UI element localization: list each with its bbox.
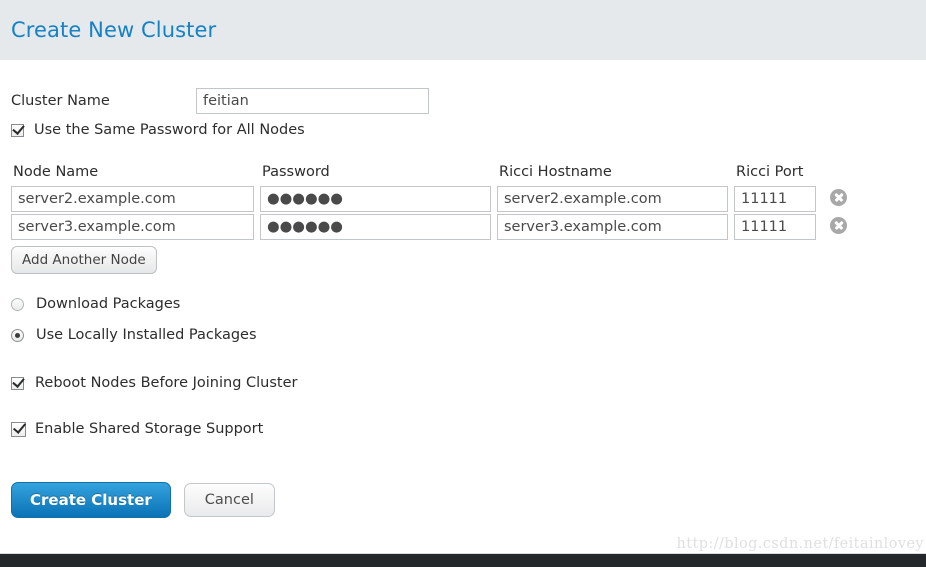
same-password-label: Use the Same Password for All Nodes	[34, 122, 305, 138]
node-name-input[interactable]	[11, 214, 254, 240]
delete-circle-icon[interactable]	[830, 188, 847, 206]
ricci-port-input[interactable]	[734, 214, 816, 240]
watermark: http://blog.csdn.net/feitainlovey	[676, 536, 924, 552]
page-title: Create New Cluster	[11, 18, 217, 42]
cluster-name-label: Cluster Name	[11, 93, 110, 109]
column-header-password: Password	[262, 164, 330, 180]
cell-delete	[822, 185, 854, 213]
same-password-checkbox[interactable]	[11, 123, 24, 137]
table-row	[11, 213, 854, 241]
password-input[interactable]	[260, 186, 491, 212]
node-name-input[interactable]	[11, 186, 254, 212]
shared-storage-label: Enable Shared Storage Support	[35, 421, 264, 437]
cell-ricci-port	[734, 213, 822, 241]
nodes-table: Node Name Password Ricci Hostname Ricci …	[11, 164, 854, 241]
same-password-row[interactable]: Use the Same Password for All Nodes	[11, 122, 915, 138]
shared-storage-row[interactable]: Enable Shared Storage Support	[11, 421, 915, 437]
local-packages-label: Use Locally Installed Packages	[36, 327, 257, 343]
local-packages-radio[interactable]	[11, 328, 24, 342]
reboot-nodes-row[interactable]: Reboot Nodes Before Joining Cluster	[11, 375, 915, 391]
column-header-node-name: Node Name	[13, 164, 99, 180]
nodes-table-header-row: Node Name Password Ricci Hostname Ricci …	[11, 164, 854, 185]
download-packages-radio[interactable]	[11, 297, 24, 311]
cell-ricci-hostname	[497, 185, 734, 213]
download-packages-label: Download Packages	[36, 296, 181, 312]
cell-ricci-hostname	[497, 213, 734, 241]
form-actions: Create Cluster Cancel	[11, 482, 915, 518]
create-cluster-form: Cluster Name Use the Same Password for A…	[0, 78, 926, 518]
page-header: Create New Cluster	[0, 0, 926, 60]
reboot-nodes-label: Reboot Nodes Before Joining Cluster	[35, 375, 298, 391]
create-cluster-button[interactable]: Create Cluster	[11, 482, 171, 518]
download-packages-row[interactable]: Download Packages	[11, 296, 915, 312]
column-header-delete	[822, 164, 854, 185]
ricci-hostname-input[interactable]	[497, 214, 728, 240]
add-another-node-button[interactable]: Add Another Node	[11, 246, 157, 274]
password-input[interactable]	[260, 214, 491, 240]
cell-node-name	[11, 213, 260, 241]
cell-node-name	[11, 185, 260, 213]
delete-circle-icon[interactable]	[830, 216, 847, 234]
cluster-name-row: Cluster Name	[11, 78, 915, 124]
reboot-nodes-checkbox[interactable]	[11, 376, 24, 390]
ricci-port-input[interactable]	[734, 186, 816, 212]
cell-password	[260, 185, 497, 213]
cell-password	[260, 213, 497, 241]
local-packages-row[interactable]: Use Locally Installed Packages	[11, 327, 915, 343]
cluster-name-input[interactable]	[196, 88, 429, 114]
column-header-ricci-port: Ricci Port	[736, 164, 804, 180]
ricci-hostname-input[interactable]	[497, 186, 728, 212]
shared-storage-checkbox[interactable]	[11, 421, 26, 437]
footer-bar	[0, 554, 926, 567]
cell-ricci-port	[734, 185, 822, 213]
column-header-ricci-hostname: Ricci Hostname	[499, 164, 612, 180]
table-row	[11, 185, 854, 213]
cell-delete	[822, 213, 854, 241]
cancel-button[interactable]: Cancel	[183, 483, 275, 517]
